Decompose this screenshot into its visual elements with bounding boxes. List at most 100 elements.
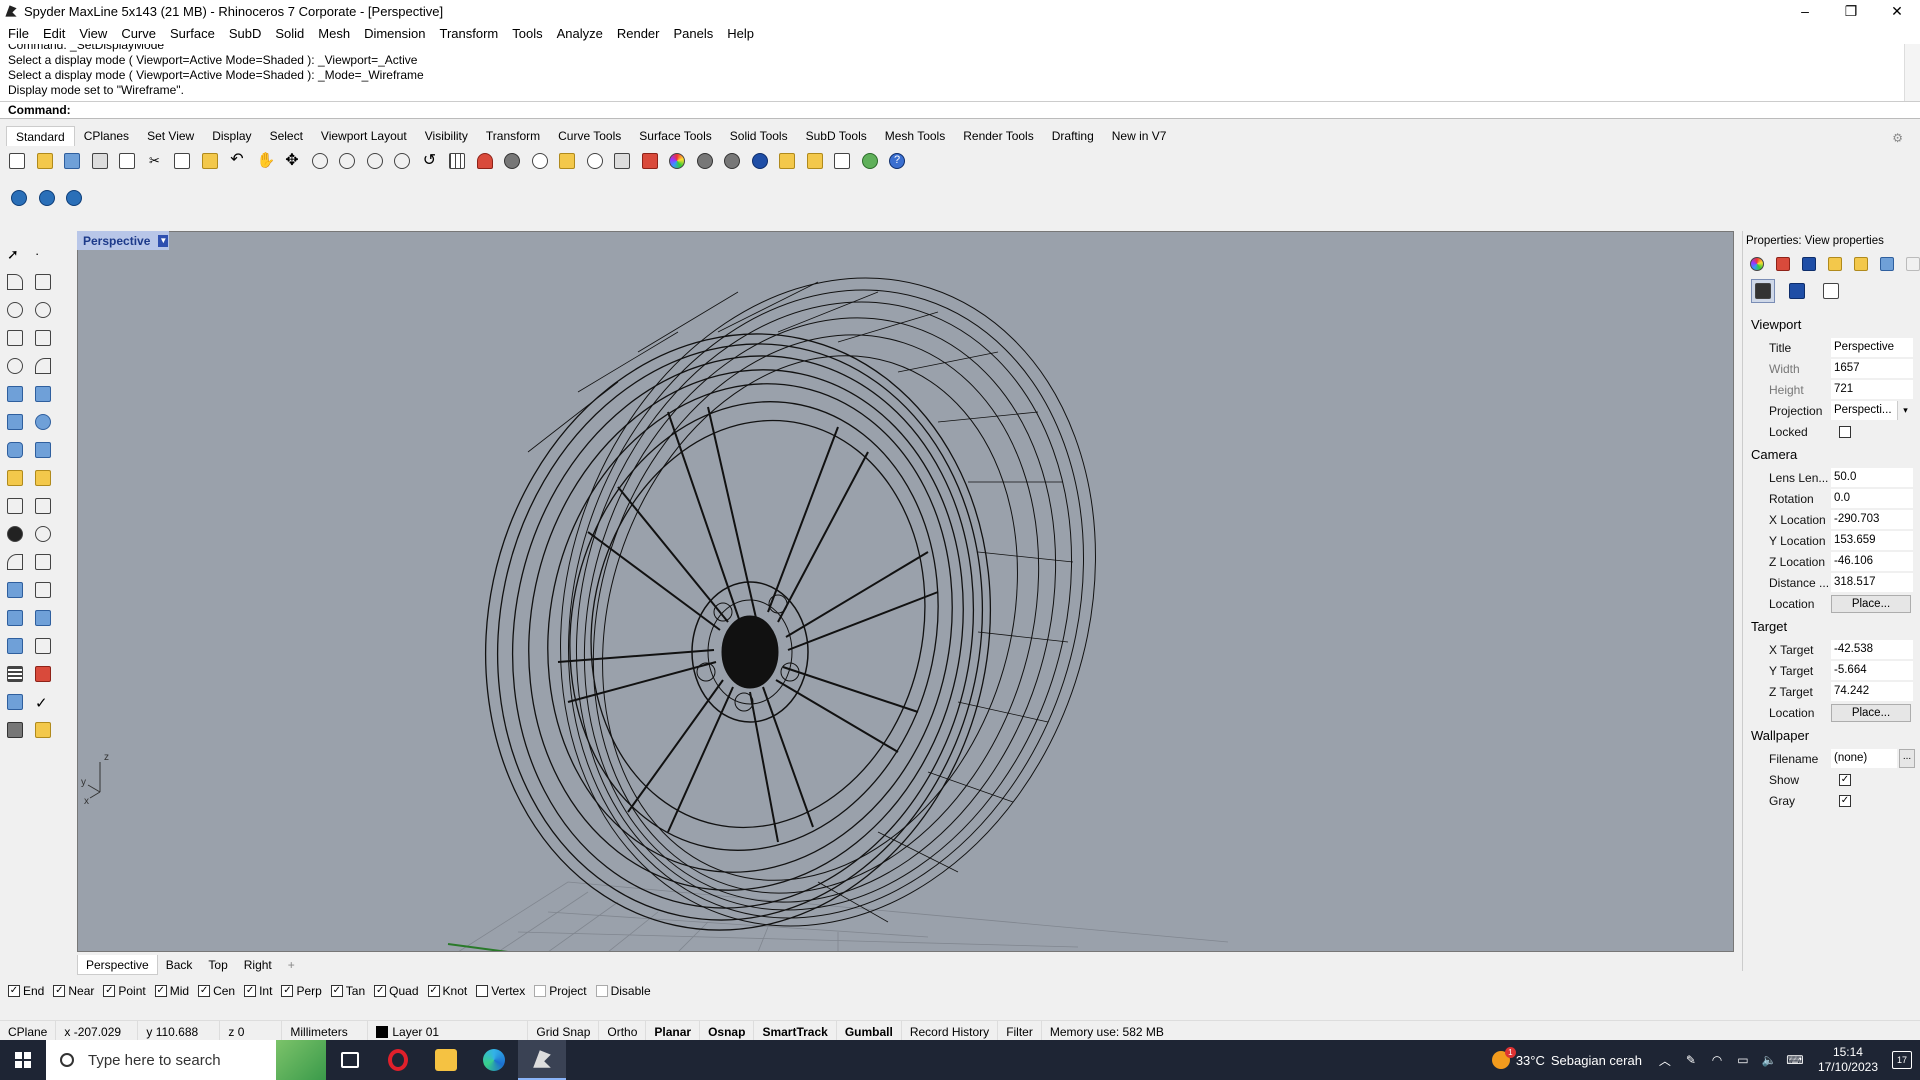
mesh-icon[interactable]: [32, 439, 54, 461]
rotate-view-icon[interactable]: ✥: [281, 150, 303, 172]
tab-mesh-tools[interactable]: Mesh Tools: [876, 126, 954, 146]
menu-surface[interactable]: Surface: [170, 26, 215, 41]
tab-cplanes[interactable]: CPlanes: [75, 126, 138, 146]
menu-curve[interactable]: Curve: [121, 26, 156, 41]
osnap-perp[interactable]: ✓ Perp: [281, 984, 322, 998]
perspective-viewport[interactable]: z y x: [77, 231, 1734, 952]
rhino-taskbar-icon[interactable]: [518, 1040, 566, 1080]
curve-cv-icon[interactable]: [32, 271, 54, 293]
wifi-icon[interactable]: ◠: [1708, 1051, 1726, 1069]
surface-icon[interactable]: [4, 383, 26, 405]
explode-icon[interactable]: [4, 467, 26, 489]
osnap-quad[interactable]: ✓ Quad: [374, 984, 419, 998]
menu-mesh[interactable]: Mesh: [318, 26, 350, 41]
copy-icon[interactable]: [171, 150, 193, 172]
clock[interactable]: 15:14 17/10/2023: [1818, 1045, 1878, 1075]
chevron-up-icon[interactable]: ︿: [1656, 1051, 1674, 1069]
distance-icon[interactable]: [32, 635, 54, 657]
minimize-button[interactable]: –: [1782, 0, 1828, 22]
hide-object-icon[interactable]: [501, 150, 523, 172]
light-bulb-icon[interactable]: [584, 150, 606, 172]
command-history[interactable]: Command: _SetDisplayMode Select a displa…: [0, 44, 1920, 102]
gray-checkbox[interactable]: ✓: [1839, 794, 1851, 807]
undo-icon[interactable]: ↶: [226, 150, 248, 172]
zoom-selected-icon[interactable]: [391, 150, 413, 172]
extrude-icon[interactable]: [4, 635, 26, 657]
edge-browser-icon[interactable]: [470, 1040, 518, 1080]
tab-drafting[interactable]: Drafting: [1043, 126, 1103, 146]
help-icon[interactable]: ?: [886, 150, 908, 172]
car-icon[interactable]: [474, 150, 496, 172]
lock-icon[interactable]: [611, 150, 633, 172]
tab-subd-tools[interactable]: SubD Tools: [797, 126, 876, 146]
lights-icon[interactable]: [32, 719, 54, 741]
web-browser-icon[interactable]: [859, 150, 881, 172]
menu-transform[interactable]: Transform: [439, 26, 498, 41]
display-panel-icon[interactable]: [1799, 253, 1818, 275]
color-wheel-icon[interactable]: [666, 150, 688, 172]
volume-icon[interactable]: 🔈: [1760, 1051, 1778, 1069]
check-icon[interactable]: ✓: [32, 691, 54, 713]
menu-file[interactable]: File: [8, 26, 29, 41]
grid-snap-icon[interactable]: [831, 150, 853, 172]
tab-new-in-v7[interactable]: New in V7: [1103, 126, 1176, 146]
rectangle-icon[interactable]: [32, 327, 54, 349]
tab-curve-tools[interactable]: Curve Tools: [549, 126, 630, 146]
settings-gears-icon[interactable]: [804, 150, 826, 172]
tab-standard[interactable]: Standard: [6, 126, 75, 146]
open-folder-icon[interactable]: [34, 150, 56, 172]
show-objects-icon[interactable]: [529, 150, 551, 172]
osnap-mid[interactable]: ✓ Mid: [154, 984, 189, 998]
gumball-icon[interactable]: [32, 663, 54, 685]
menu-edit[interactable]: Edit: [43, 26, 65, 41]
blue-target-icon[interactable]: [36, 187, 58, 209]
group-icon[interactable]: [4, 523, 26, 545]
osnap-knot[interactable]: ✓ Knot: [427, 984, 467, 998]
trim-icon[interactable]: [4, 495, 26, 517]
command-prompt[interactable]: Command:: [0, 102, 1920, 119]
tab-visibility[interactable]: Visibility: [416, 126, 477, 146]
osnap-point[interactable]: ✓ Point: [103, 984, 146, 998]
object-properties-icon[interactable]: [1747, 253, 1766, 275]
layer-icon[interactable]: [639, 150, 661, 172]
export-icon[interactable]: [116, 150, 138, 172]
blue-gear-icon[interactable]: [8, 187, 30, 209]
osnap-end[interactable]: ✓ End: [8, 984, 44, 998]
opera-browser-icon[interactable]: [374, 1040, 422, 1080]
save-icon[interactable]: [61, 150, 83, 172]
curve-fillet-icon[interactable]: [32, 355, 54, 377]
gear-icon[interactable]: ⚙: [1883, 128, 1912, 148]
libraries-icon[interactable]: [1851, 253, 1870, 275]
new-file-icon[interactable]: [6, 150, 28, 172]
grid-array-icon[interactable]: [4, 663, 26, 685]
help-panel-icon[interactable]: [1825, 253, 1844, 275]
named-views-icon[interactable]: [1877, 253, 1896, 275]
rotate3d-icon[interactable]: [32, 607, 54, 629]
notification-icon[interactable]: 17: [1892, 1051, 1912, 1069]
panel-options-icon[interactable]: [1903, 253, 1920, 275]
tab-display[interactable]: Display: [203, 126, 260, 146]
cut-icon[interactable]: ✂: [144, 150, 166, 172]
zoom-extents-icon[interactable]: [364, 150, 386, 172]
render-sphere-icon[interactable]: [694, 150, 716, 172]
osnap-near[interactable]: ✓ Near: [53, 984, 94, 998]
menu-tools[interactable]: Tools: [512, 26, 542, 41]
point-icon[interactable]: ·: [32, 243, 54, 265]
osnap-tan[interactable]: ✓ Tan: [330, 984, 365, 998]
options-icon[interactable]: [776, 150, 798, 172]
tab-select[interactable]: Select: [261, 126, 312, 146]
circle-icon[interactable]: [4, 299, 26, 321]
osnap-disable[interactable]: Disable: [595, 984, 651, 998]
tab-set-view[interactable]: Set View: [138, 126, 203, 146]
browse-button[interactable]: ...: [1899, 749, 1915, 768]
show-checkbox[interactable]: ✓: [1839, 773, 1851, 786]
keyboard-icon[interactable]: ⌨: [1786, 1051, 1804, 1069]
taskbar-search[interactable]: Type here to search: [46, 1040, 326, 1080]
ungroup-icon[interactable]: [32, 523, 54, 545]
camera-icon[interactable]: [1751, 279, 1775, 303]
file-explorer-icon[interactable]: [422, 1040, 470, 1080]
zoom-icon[interactable]: [309, 150, 331, 172]
osnap-int[interactable]: ✓ Int: [244, 984, 272, 998]
fillet-icon[interactable]: [4, 551, 26, 573]
osnap-project[interactable]: Project: [534, 984, 587, 998]
